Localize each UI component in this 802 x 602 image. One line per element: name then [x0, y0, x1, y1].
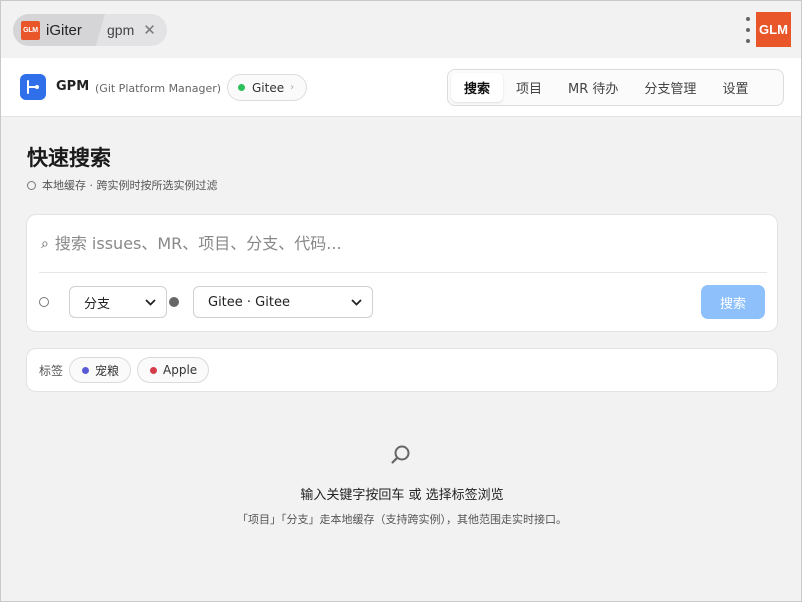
scope-ring-icon [39, 297, 49, 307]
tab-settings[interactable]: 设置 [709, 73, 761, 102]
tag-chip-label: Apple [163, 363, 198, 377]
search-empty-icon [391, 445, 410, 464]
tag-color-dot-icon [82, 366, 90, 374]
tab-gpm-label: gpm [107, 22, 135, 38]
gpm-logo-icon [20, 74, 46, 100]
search-card: ⌕ 分支 Gitee · Gitee 搜索 [26, 214, 778, 332]
more-menu-icon[interactable] [743, 17, 753, 43]
tab-projects[interactable]: 项目 [503, 73, 555, 102]
instance-switcher[interactable]: Gitee › [227, 74, 308, 101]
tag-bar: 标签 宠粮 Apple [26, 348, 778, 392]
app-window: GLM iGiter gpm ✕ GLM GPM (Git Platform M… [0, 0, 802, 602]
tab-branch-management[interactable]: 分支管理 [631, 73, 709, 102]
chevron-right-icon: › [290, 82, 295, 93]
tab-igiter[interactable]: GLM iGiter [13, 14, 105, 46]
empty-state-description: 「项目」「分支」走本地缓存（支持跨实例），其他范围走实时接口。 [237, 513, 567, 526]
search-row: ⌕ [39, 215, 767, 273]
scope-select-value: 分支 [84, 296, 111, 312]
cache-ring-icon [27, 180, 36, 190]
chevron-down-icon [145, 296, 156, 309]
search-input[interactable] [54, 234, 735, 253]
chevron-down-icon [351, 296, 362, 309]
tab-search[interactable]: 搜索 [451, 73, 504, 102]
tab-strip: GLM iGiter gpm ✕ [13, 14, 167, 46]
glm-logo-icon: GLM [21, 20, 40, 40]
close-icon[interactable]: ✕ [143, 21, 156, 39]
status-dot-icon [238, 84, 245, 91]
tag-chip-label: 宠粮 [95, 363, 120, 378]
empty-state-title: 输入关键字按回车 或 选择标签浏览 [300, 488, 504, 503]
tab-igiter-label: iGiter [46, 21, 82, 39]
scope-select[interactable]: 分支 [69, 286, 167, 318]
search-button[interactable]: 搜索 [701, 285, 765, 319]
app-header: GPM (Git Platform Manager) Gitee › 搜索 项目… [1, 58, 801, 117]
page-subtitle-text: 本地缓存 · 跨实例时按所选实例过滤 [42, 179, 218, 192]
instance-label: Gitee [252, 80, 285, 95]
app-subtitle: (Git Platform Manager) [95, 82, 222, 95]
page-title: 快速搜索 [27, 146, 111, 170]
tag-color-dot-icon [150, 366, 158, 374]
brand-logo: GLM [756, 12, 791, 47]
instance-select-value: Gitee · Gitee [208, 294, 290, 310]
page-subtitle: 本地缓存 · 跨实例时按所选实例过滤 [27, 177, 218, 193]
instance-select[interactable]: Gitee · Gitee [193, 286, 373, 318]
tab-mr-todo[interactable]: MR 待办 [555, 73, 631, 102]
tag-chip-apple[interactable]: Apple [137, 357, 210, 383]
instance-dot-icon [169, 297, 179, 307]
tag-chip-chongliang[interactable]: 宠粮 [69, 357, 132, 383]
title-bar: GLM iGiter gpm ✕ GLM [1, 1, 801, 58]
filter-row: 分支 Gitee · Gitee 搜索 [39, 285, 767, 319]
app-name: GPM [56, 79, 90, 94]
tag-bar-label: 标签 [39, 363, 64, 378]
nav-tabs: 搜索 项目 MR 待办 分支管理 设置 [447, 69, 784, 106]
tab-gpm[interactable]: gpm ✕ [107, 14, 156, 46]
search-icon: ⌕ [41, 235, 49, 252]
